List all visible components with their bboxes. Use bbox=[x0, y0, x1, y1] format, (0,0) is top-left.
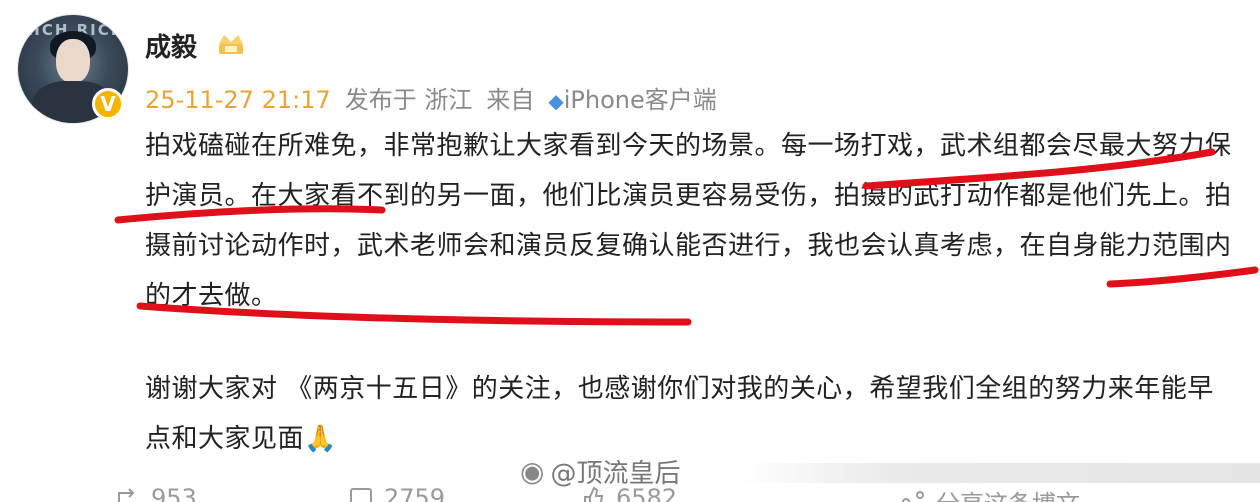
share-button[interactable]: 分享这条博文 bbox=[900, 484, 1080, 502]
comment-icon bbox=[350, 488, 372, 502]
post-paragraph-1: 拍戏磕碰在所难免，非常抱歉让大家看到今天的场景。每一场打戏，武术组都会尽最大努力… bbox=[145, 131, 1232, 311]
pray-emoji: 🙏 bbox=[304, 424, 337, 454]
repost-button[interactable]: 953 bbox=[115, 484, 197, 502]
fade-overlay bbox=[740, 463, 1260, 483]
repost-icon bbox=[118, 488, 135, 502]
post-time[interactable]: 25-11-27 21:17 bbox=[145, 86, 331, 114]
like-count: 6582 bbox=[616, 484, 678, 502]
avatar-face bbox=[56, 39, 90, 83]
action-bar: 953 2759 6582 分享这条博文 bbox=[0, 482, 1260, 502]
comment-count: 2759 bbox=[384, 484, 446, 502]
post-meta: 25-11-27 21:17 发布于 浙江 来自 ◆iPhone客户端 bbox=[145, 80, 717, 115]
verified-glyph: V bbox=[100, 92, 116, 116]
username[interactable]: 成毅 bbox=[145, 27, 197, 64]
share-label: 分享这条博文 bbox=[936, 484, 1080, 502]
crown-badge-icon bbox=[219, 35, 243, 54]
repost-count: 953 bbox=[151, 484, 197, 502]
share-icon bbox=[902, 490, 924, 502]
like-icon bbox=[584, 486, 604, 502]
post-source-prefix: 来自 bbox=[486, 86, 535, 114]
post-paragraph-2: 谢谢大家对 《两京十五日》的关注，也感谢你们对我的关心，希望我们全组的努力来年能… bbox=[145, 364, 1235, 464]
post-source[interactable]: iPhone客户端 bbox=[564, 86, 717, 114]
comment-button[interactable]: 2759 bbox=[348, 484, 445, 502]
verified-badge-icon: V bbox=[92, 88, 124, 120]
whale-icon: ◆ bbox=[548, 89, 564, 113]
like-button[interactable]: 6582 bbox=[580, 484, 677, 502]
post-location: 发布于 浙江 bbox=[344, 86, 473, 114]
